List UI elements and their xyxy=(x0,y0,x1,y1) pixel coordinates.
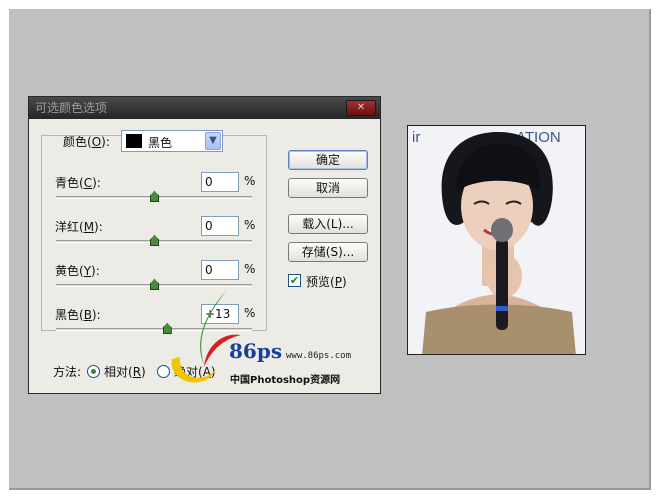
color-select-value: 黑色 xyxy=(148,136,173,150)
watermark-brand: 86ps xyxy=(229,339,283,363)
percent-sign: % xyxy=(244,174,256,188)
percent-sign: % xyxy=(244,262,256,276)
slider-value-input[interactable]: 0 xyxy=(201,172,239,192)
dialog-title: 可选颜色选项 xyxy=(35,101,108,115)
preview-checkbox[interactable]: ✔ xyxy=(288,274,301,287)
color-swatch xyxy=(126,134,142,148)
chevron-down-icon[interactable]: ▼ xyxy=(205,132,221,150)
close-icon: ✕ xyxy=(356,102,366,113)
slider-track[interactable] xyxy=(56,191,252,202)
relative-label: 相对(R) xyxy=(104,365,146,379)
close-button[interactable]: ✕ xyxy=(346,100,376,116)
watermark-site-name: 中国Photoshop资源网 xyxy=(230,375,341,386)
slider-label: 青色(C): xyxy=(55,176,101,190)
slider-label: 黄色(Y): xyxy=(55,264,100,278)
save-button[interactable]: 存储(S)... xyxy=(288,242,368,262)
color-label: 颜色(O): xyxy=(63,135,110,149)
svg-text:ir: ir xyxy=(412,129,420,146)
woman-photo-image: ir ATION xyxy=(408,126,585,354)
selective-color-dialog: 可选颜色选项 ✕ 颜色(O): 黑色 ▼ 青色(C): 0% 洋红(M): 0% 黄色(… xyxy=(28,96,381,394)
cancel-button[interactable]: 取消 xyxy=(288,178,368,198)
watermark-url: www.86ps.com xyxy=(286,351,352,361)
ok-button[interactable]: 确定 xyxy=(288,150,368,170)
dialog-titlebar[interactable]: 可选颜色选项 xyxy=(29,97,380,119)
site-watermark: 86ps www.86ps.com 中国Photoshop资源网 xyxy=(166,287,381,392)
relative-radio[interactable] xyxy=(87,365,100,378)
photo-preview: ir ATION xyxy=(407,125,586,355)
method-label: 方法: xyxy=(53,365,82,379)
slider-value-input[interactable]: 0 xyxy=(201,216,239,236)
color-select[interactable]: 黑色 ▼ xyxy=(121,130,223,152)
load-button[interactable]: 载入(L)... xyxy=(288,214,368,234)
slider-value-input[interactable]: 0 xyxy=(201,260,239,280)
slider-label: 黑色(B): xyxy=(55,308,101,322)
slider-label: 洋红(M): xyxy=(55,220,103,234)
percent-sign: % xyxy=(244,218,256,232)
slider-track[interactable] xyxy=(56,235,252,246)
